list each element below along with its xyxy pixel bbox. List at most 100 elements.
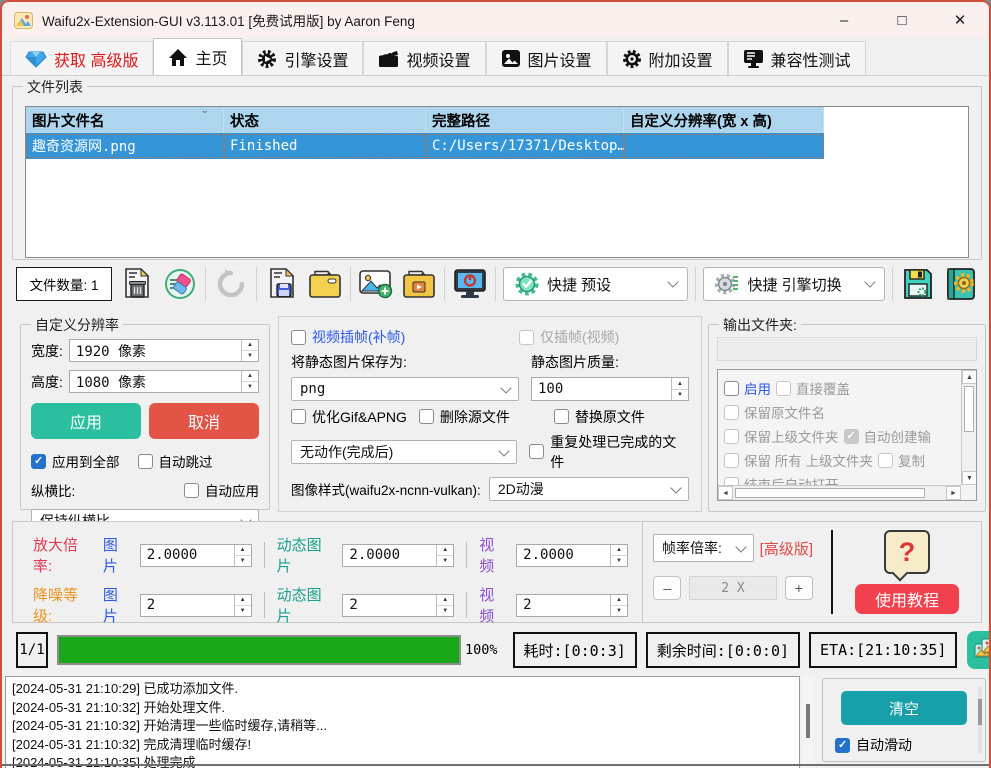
magnify-video-spinner[interactable]: 2.0000 ▲▼ (516, 544, 628, 567)
height-spinner[interactable]: 1080 像素 ▲▼ (69, 370, 259, 393)
spin-up-icon[interactable]: ▲ (611, 595, 627, 606)
overwrite-checkbox[interactable] (776, 381, 791, 396)
image-format-select[interactable]: png (291, 377, 519, 401)
width-spinner[interactable]: 1920 像素 ▲▼ (69, 339, 259, 362)
close-button[interactable]: ✕ (931, 2, 989, 38)
scroll-thumb[interactable] (978, 699, 982, 725)
auto-create-checkbox[interactable] (844, 429, 859, 444)
turn-off-monitor-button[interactable] (452, 266, 488, 302)
vertical-scrollbar[interactable]: ▲ ▼ (961, 370, 976, 485)
framerate-plus-button[interactable]: + (785, 576, 813, 600)
framerate-minus-button[interactable]: – (653, 576, 681, 600)
spin-up-icon[interactable]: ▲ (242, 371, 258, 382)
keep-parent-checkbox[interactable] (724, 429, 739, 444)
open-after-checkbox[interactable] (724, 477, 739, 486)
keep-all-parents-checkbox[interactable] (724, 453, 739, 468)
denoise-anim-spinner[interactable]: 2 ▲▼ (342, 594, 454, 617)
spin-down-icon[interactable]: ▼ (611, 606, 627, 616)
scroll-right-icon[interactable]: ► (946, 486, 961, 500)
refresh-button[interactable] (213, 266, 249, 302)
magnify-image-spinner[interactable]: 2.0000 ▲▼ (140, 544, 252, 567)
delete-source-checkbox[interactable] (419, 409, 434, 424)
spin-up-icon[interactable]: ▲ (235, 595, 251, 606)
spin-down-icon[interactable]: ▼ (611, 556, 627, 566)
save-file-list-button[interactable] (264, 266, 300, 302)
denoise-image-spinner[interactable]: 2 ▲▼ (140, 594, 252, 617)
spin-down-icon[interactable]: ▼ (242, 382, 258, 392)
scroll-left-icon[interactable]: ◄ (718, 486, 733, 500)
start-button[interactable]: 开始 (967, 631, 991, 669)
post-action-select[interactable]: 无动作(完成后) (291, 440, 517, 464)
tab-home[interactable]: 主页 (153, 38, 242, 75)
quick-preset-dropdown[interactable]: 快捷 预设 (503, 267, 688, 301)
spin-down-icon[interactable]: ▼ (672, 390, 688, 401)
side-scrollbar[interactable] (978, 687, 982, 753)
column-header-path[interactable]: 完整路径 (426, 107, 624, 133)
tab-get-premium[interactable]: 获取 高级版 (10, 41, 153, 75)
copy-checkbox[interactable] (878, 453, 893, 468)
maximize-button[interactable]: □ (873, 2, 931, 38)
column-header-filename[interactable]: 图片文件名 ⌄ (26, 107, 224, 133)
cancel-button[interactable]: 取消 (149, 403, 259, 439)
auto-skip-checkbox[interactable] (138, 454, 153, 469)
denoise-video-spinner[interactable]: 2 ▲▼ (516, 594, 628, 617)
tab-extra-settings[interactable]: 附加设置 (607, 41, 728, 75)
spin-up-icon[interactable]: ▲ (235, 545, 251, 556)
remove-file-button[interactable] (119, 266, 155, 302)
save-settings-button[interactable] (900, 266, 936, 302)
reprocess-checkbox[interactable] (529, 444, 544, 459)
log-scrollbar[interactable] (802, 676, 815, 768)
spin-up-icon[interactable]: ▲ (672, 378, 688, 390)
framerate-dropdown[interactable]: 帧率倍率: (653, 534, 754, 562)
enable-output-checkbox[interactable] (724, 381, 739, 396)
vfi-checkbox[interactable] (291, 330, 306, 345)
scroll-thumb[interactable] (735, 488, 925, 498)
scroll-thumb[interactable] (964, 386, 974, 432)
vfi-only-checkbox[interactable] (519, 330, 534, 345)
tab-compatibility-test[interactable]: 兼容性测试 (728, 41, 866, 75)
tab-engine-settings[interactable]: 引擎设置 (242, 41, 363, 75)
spin-up-icon[interactable]: ▲ (437, 545, 453, 556)
column-header-status[interactable]: 状态 (224, 107, 426, 133)
log-output[interactable]: [2024-05-31 21:10:29] 已成功添加文件. [2024-05-… (5, 676, 800, 768)
settings-book-button[interactable] (943, 266, 979, 302)
spin-up-icon[interactable]: ▲ (437, 595, 453, 606)
auto-apply-checkbox[interactable] (184, 483, 199, 498)
add-video-folder-button[interactable] (401, 266, 437, 302)
read-file-list-button[interactable] (307, 266, 343, 302)
spin-down-icon[interactable]: ▼ (235, 606, 251, 616)
image-style-select[interactable]: 2D动漫 (489, 477, 689, 501)
scroll-down-icon[interactable]: ▼ (962, 471, 977, 485)
optimize-gif-checkbox[interactable] (291, 409, 306, 424)
column-header-resolution[interactable]: 自定义分辨率(宽 x 高) (624, 107, 824, 133)
spin-down-icon[interactable]: ▼ (437, 556, 453, 566)
scroll-thumb[interactable] (806, 704, 810, 738)
tab-video-settings[interactable]: 视频设置 (363, 41, 485, 75)
magnify-anim-spinner[interactable]: 2.0000 ▲▼ (342, 544, 454, 567)
apply-to-all-checkbox[interactable] (31, 454, 46, 469)
cell-path[interactable]: C:/Users/17371/Desktop… (426, 133, 624, 159)
keep-filename-checkbox[interactable] (724, 405, 739, 420)
cell-status[interactable]: Finished (224, 133, 426, 159)
cell-resolution[interactable] (624, 133, 824, 159)
apply-button[interactable]: 应用 (31, 403, 141, 439)
spin-down-icon[interactable]: ▼ (242, 351, 258, 361)
cell-filename[interactable]: 趣奇资源网.png (26, 133, 224, 159)
clear-log-button[interactable]: 清空 (841, 691, 967, 725)
image-quality-spinner[interactable]: 100 ▲▼ (531, 377, 689, 401)
add-image-button[interactable] (358, 266, 394, 302)
clear-list-button[interactable] (162, 266, 198, 302)
quick-engine-switch-dropdown[interactable]: 快捷 引擎切换 (703, 267, 885, 301)
replace-original-checkbox[interactable] (554, 409, 569, 424)
file-table[interactable]: 图片文件名 ⌄ 状态 完整路径 自定义分辨率(宽 x 高) 趣奇资源网.png … (25, 106, 969, 258)
spin-up-icon[interactable]: ▲ (611, 545, 627, 556)
tutorial-button[interactable]: 使用教程 (855, 584, 959, 614)
output-path-input[interactable] (717, 337, 977, 361)
spin-down-icon[interactable]: ▼ (235, 556, 251, 566)
table-row[interactable]: 趣奇资源网.png Finished C:/Users/17371/Deskto… (26, 133, 968, 159)
horizontal-scrollbar[interactable]: ◄ ► (718, 485, 961, 500)
spin-down-icon[interactable]: ▼ (437, 606, 453, 616)
spin-up-icon[interactable]: ▲ (242, 340, 258, 351)
autoscroll-checkbox[interactable] (835, 738, 850, 753)
minimize-button[interactable]: – (815, 2, 873, 38)
